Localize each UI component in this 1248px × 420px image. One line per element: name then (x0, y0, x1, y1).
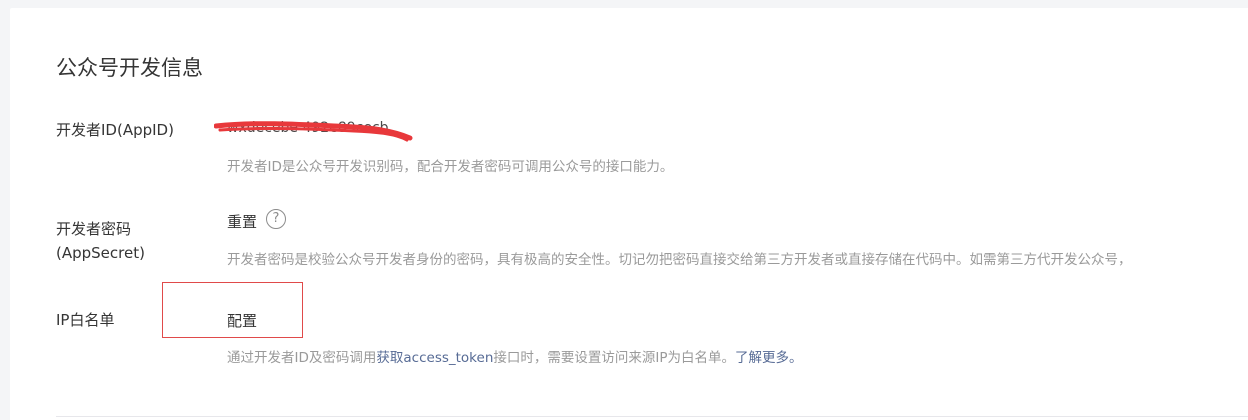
question-circle-icon[interactable]: ? (266, 209, 286, 229)
reset-secret-link[interactable]: 重置 (227, 211, 257, 232)
appsecret-description: 开发者密码是校验公众号开发者身份的密码，具有极高的安全性。切记勿把密码直接交给第… (227, 252, 1132, 268)
redaction-scribble (214, 121, 413, 142)
appsecret-label-sub: (AppSecret) (56, 244, 145, 262)
learn-more-link[interactable]: 了解更多。 (735, 350, 803, 366)
appsecret-label: 开发者密码 (56, 220, 132, 238)
section-title: 公众号开发信息 (56, 56, 203, 80)
appid-label: 开发者ID(AppID) (56, 121, 174, 139)
appid-description: 开发者ID是公众号开发识别码，配合开发者密码可调用公众号的接口能力。 (227, 159, 674, 175)
ip-whitelist-description: 通过开发者ID及密码调用获取access_token接口时，需要设置访问来源IP… (227, 346, 803, 366)
configure-ip-link[interactable]: 配置 (227, 310, 257, 331)
section-divider (56, 416, 1248, 417)
ip-whitelist-label: IP白名单 (56, 311, 115, 329)
desc-middle: 接口时，需要设置访问来源IP为白名单。 (493, 350, 736, 366)
developer-info-panel: 公众号开发信息 开发者ID(AppID) wxdecebe 492e89cecb… (10, 8, 1248, 420)
access-token-link[interactable]: 获取access_token (376, 350, 493, 366)
desc-prefix: 通过开发者ID及密码调用 (227, 350, 377, 366)
